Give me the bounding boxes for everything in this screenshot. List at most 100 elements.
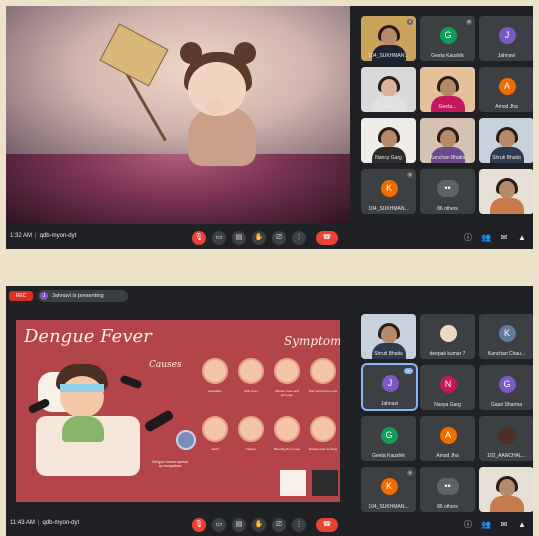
participant-name: 86 others	[437, 504, 458, 510]
participant-tile[interactable]: Geeta...	[420, 67, 475, 112]
chat-icon[interactable]: ✉	[498, 232, 510, 244]
participant-tile-others[interactable]: •• 86 others	[420, 169, 475, 214]
participant-tile[interactable]: K Kanchan Chau...	[479, 314, 533, 359]
scene-wall	[6, 6, 350, 166]
participant-name: 104_SUKHMAN...	[368, 53, 409, 59]
symptom-icon	[274, 358, 300, 384]
avatar: N	[439, 375, 457, 393]
participant-tile[interactable]: Nancy Garg	[361, 118, 416, 163]
meeting-window-top: ✕ 104_SUKHMAN... G ✕ Geeta Kaushik J Jah…	[6, 6, 533, 249]
symptom-icon	[202, 416, 228, 442]
participant-tile[interactable]: Shruti Bhatia	[479, 118, 533, 163]
raise-hand-icon[interactable]: ✋	[252, 231, 266, 245]
symptom-caption: Pain behind the eyes	[308, 389, 338, 393]
participant-tile[interactable]: N Navya Garg	[420, 365, 475, 410]
avatar: K	[498, 324, 516, 342]
symptom-caption: Muscle, bone and joint pain	[275, 389, 299, 397]
mic-off-icon[interactable]: 🎙	[192, 231, 206, 245]
presenter-avatar: J	[40, 292, 48, 300]
participant-name: Jahnavi	[380, 401, 399, 407]
participant-tile[interactable]: 102_AANCHAL...	[479, 416, 533, 461]
cause-caption: Dengue viruses spread by mosquitoes	[152, 460, 188, 468]
avatar: J	[498, 26, 516, 44]
meeting-code: qdb-myon-dyt	[42, 520, 80, 526]
virus-illustration	[176, 430, 196, 450]
participant-tile[interactable]: G ✕ Geeta Kaushik	[420, 16, 475, 61]
info-icon[interactable]: ⓘ	[462, 232, 474, 244]
presenting-label: Jahnavi is presenting	[52, 293, 104, 299]
participant-tile[interactable]: deepak kumar 7	[420, 314, 475, 359]
raise-hand-icon[interactable]: ✋	[252, 518, 266, 532]
captions-icon[interactable]: ▤	[232, 231, 246, 245]
participant-tile[interactable]: K ✕ 104_SUKHMAN...	[361, 169, 416, 214]
participant-name: Shruti Bhatia	[492, 155, 521, 161]
participant-name: deepak kumar 7	[429, 351, 466, 357]
participant-tile[interactable]: A Amod Jha	[420, 416, 475, 461]
avatar: A	[439, 426, 457, 444]
camera-icon[interactable]: ▭	[212, 518, 226, 532]
participant-tile-self[interactable]	[479, 169, 533, 214]
slide-thumbnail	[312, 470, 338, 496]
participant-tile[interactable]: Geeta...	[361, 67, 416, 112]
meeting-time: 1:32 AM	[10, 233, 33, 239]
participant-tile[interactable]: A Amod Jha	[479, 67, 533, 112]
participant-name: Shruti Bhatia	[374, 351, 403, 357]
more-options-icon[interactable]: ⋮	[292, 518, 306, 532]
participant-name: 102_AANCHAL...	[487, 453, 526, 459]
camera-icon[interactable]: ▭	[212, 231, 226, 245]
activities-icon[interactable]: ▲	[516, 232, 528, 244]
mic-off-icon: ✕	[407, 19, 413, 25]
presenting-chip[interactable]: J Jahnavi is presenting	[38, 290, 128, 302]
slide-kid-face	[60, 376, 104, 418]
meeting-info: 11:43 AM | qdb-myon-dyt	[10, 520, 80, 526]
participant-tile[interactable]: ✕ 104_SUKHMAN...	[361, 16, 416, 61]
people-icon[interactable]: 👥	[480, 232, 492, 244]
participant-tile[interactable]: J Jahnavi	[479, 16, 533, 61]
participant-name: 86 others	[437, 206, 458, 212]
meeting-code: qdb-myon-dyt	[39, 233, 77, 239]
participant-name: Navya Garg	[434, 402, 461, 408]
participant-tile[interactable]: K ✕ 104_SUKHMAN...	[361, 467, 416, 512]
captions-icon[interactable]: ▤	[232, 518, 246, 532]
info-icon[interactable]: ⓘ	[462, 519, 474, 531]
mic-off-icon: ✕	[407, 172, 413, 178]
avatar: J	[381, 375, 399, 393]
present-icon[interactable]: ⎚	[272, 231, 286, 245]
others-avatars-icon: ••	[436, 477, 459, 495]
slide-thumbnail	[280, 470, 306, 496]
participant-name: Amod Jha	[495, 104, 518, 110]
slide-symptoms-heading: Symptoms	[284, 334, 340, 348]
end-call-icon[interactable]: ☎	[316, 518, 338, 532]
end-call-icon[interactable]: ☎	[316, 231, 338, 245]
participant-name: Geeta...	[379, 104, 398, 110]
participant-tile[interactable]: Shruti Bhatia	[361, 314, 416, 359]
scene-girl-hand	[206, 100, 224, 114]
participant-tile-others[interactable]: •• 86 others	[420, 467, 475, 512]
activities-icon[interactable]: ▲	[516, 519, 528, 531]
participant-name: Geeta Kaushik	[372, 453, 405, 459]
participant-tile[interactable]: G Geeta Kaushik	[361, 416, 416, 461]
present-icon[interactable]: ⎚	[272, 518, 286, 532]
participant-name: Gauri Sharma	[490, 402, 523, 408]
symptom-caption: Bleeding from nose	[274, 447, 300, 451]
participant-name: Kanchan Bhatia	[429, 155, 466, 161]
symptom-caption: Fatigue	[245, 447, 256, 451]
people-icon[interactable]: 👥	[480, 519, 492, 531]
mic-off-icon[interactable]: 🎙	[192, 518, 206, 532]
participant-tile[interactable]: G Gauri Sharma	[479, 365, 533, 410]
participant-tile[interactable]: Kanchan Bhatia	[420, 118, 475, 163]
more-options-icon[interactable]: ⋮	[292, 231, 306, 245]
symptom-icon	[238, 416, 264, 442]
symptom-caption: Headache	[208, 389, 222, 393]
mosquito-illustration	[119, 374, 143, 390]
avatar: K	[380, 477, 398, 495]
participant-tile[interactable]: J ••• Jahnavi	[361, 363, 418, 411]
chat-icon[interactable]: ✉	[498, 519, 510, 531]
participant-name: Geeta...	[438, 104, 457, 110]
participant-name: Nancy Garg	[375, 155, 402, 161]
slide-title: Dengue Fever	[24, 326, 152, 347]
avatar: G	[498, 375, 516, 393]
participant-tile-self[interactable]	[479, 467, 533, 512]
profile-photo-icon	[439, 324, 457, 342]
scene-bed	[6, 154, 350, 224]
